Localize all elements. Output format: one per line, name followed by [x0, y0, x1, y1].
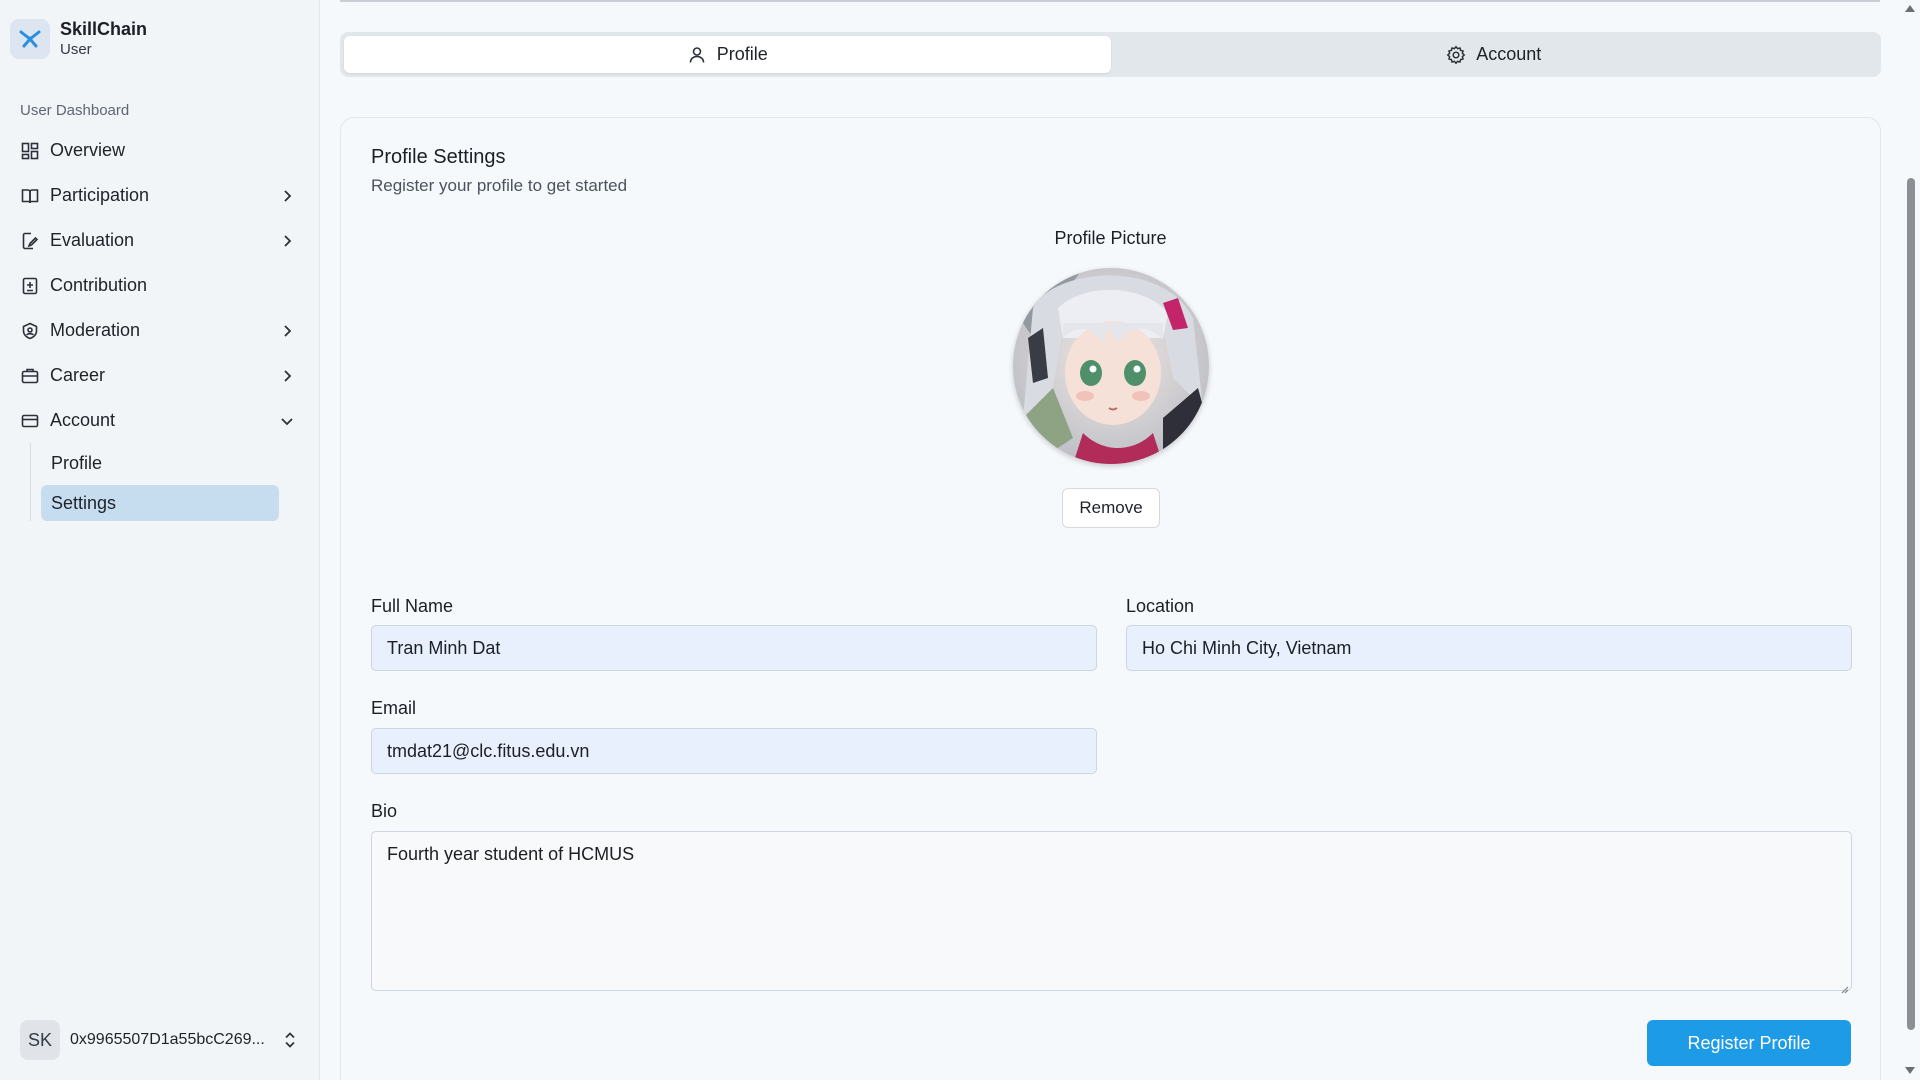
sidebar-item-account[interactable]: Account	[10, 398, 310, 443]
square-plus-icon	[20, 276, 40, 296]
settings-tabs: Profile Account	[340, 32, 1881, 77]
email-label: Email	[371, 698, 417, 718]
tab-account[interactable]: Account	[1111, 36, 1878, 73]
sidebar-item-label: Evaluation	[50, 230, 135, 250]
briefcase-icon	[20, 366, 40, 386]
gear-icon	[1446, 45, 1466, 65]
chevron-right-icon	[278, 187, 296, 205]
full-name-label: Full Name	[371, 596, 454, 616]
sidebar: SkillChain User User Dashboard Overview …	[0, 0, 320, 1080]
sidebar-item-participation[interactable]: Participation	[10, 173, 310, 218]
user-switcher[interactable]: SK 0x9965507D1a55bcC269...	[20, 1020, 300, 1060]
remove-picture-button[interactable]: Remove	[1062, 488, 1160, 528]
resize-handle-icon[interactable]	[1839, 978, 1849, 994]
chevron-right-icon	[278, 322, 296, 340]
profile-settings-card: Profile Settings Register your profile t…	[340, 117, 1881, 1080]
sidebar-nav: Overview Participation Evaluation Contri…	[10, 128, 310, 525]
chevrons-up-down-icon	[280, 1030, 300, 1050]
tab-label: Account	[1476, 44, 1542, 64]
tab-label: Profile	[716, 44, 768, 64]
sidebar-item-label: Career	[50, 365, 106, 385]
sidebar-item-overview[interactable]: Overview	[10, 128, 310, 173]
card-icon	[20, 411, 40, 431]
brand-name: SkillChain	[60, 19, 148, 39]
sidebar-item-label: Overview	[50, 140, 126, 160]
card-subtitle: Register your profile to get started	[371, 176, 628, 195]
sidebar-item-contribution[interactable]: Contribution	[10, 263, 310, 308]
tab-profile[interactable]: Profile	[344, 36, 1111, 73]
section-label: User Dashboard	[20, 102, 130, 119]
profile-picture[interactable]	[1013, 268, 1209, 464]
sidebar-item-career[interactable]: Career	[10, 353, 310, 398]
bio-textarea[interactable]: Fourth year student of HCMUS	[371, 831, 1852, 994]
register-profile-button[interactable]: Register Profile	[1647, 1020, 1851, 1066]
full-name-input[interactable]: Tran Minh Dat	[371, 625, 1097, 671]
sidebar-item-label: Account	[50, 410, 116, 430]
skillchain-logo-icon	[10, 19, 50, 59]
scroll-down-arrow-icon[interactable]	[1903, 1064, 1917, 1076]
sidebar-subitem-settings[interactable]: Settings	[41, 485, 279, 521]
account-subnav: Profile Settings	[30, 443, 310, 521]
scrollbar-thumb[interactable]	[1907, 178, 1915, 1030]
user-icon	[687, 45, 707, 65]
sidebar-item-label: Moderation	[50, 320, 141, 340]
profile-picture-label: Profile Picture	[1054, 228, 1167, 248]
scroll-up-arrow-icon[interactable]	[1903, 2, 1917, 14]
sidebar-item-label: Contribution	[50, 275, 148, 295]
shield-icon	[20, 321, 40, 341]
sidebar-item-moderation[interactable]: Moderation	[10, 308, 310, 353]
location-input[interactable]: Ho Chi Minh City, Vietnam	[1126, 625, 1852, 671]
sidebar-item-evaluation[interactable]: Evaluation	[10, 218, 310, 263]
bio-text: Fourth year student of HCMUS	[387, 844, 635, 864]
avatar: SK	[20, 1020, 60, 1060]
chevron-right-icon	[278, 367, 296, 385]
location-label: Location	[1126, 596, 1195, 616]
sidebar-subitem-profile[interactable]: Profile	[41, 445, 279, 481]
chevron-down-icon	[278, 412, 296, 430]
bio-label: Bio	[371, 801, 398, 821]
wallet-address: 0x9965507D1a55bcC269...	[70, 1031, 265, 1048]
file-edit-icon	[20, 231, 40, 251]
chevron-right-icon	[278, 232, 296, 250]
sidebar-item-label: Participation	[50, 185, 150, 205]
email-input[interactable]: tmdat21@clc.fitus.edu.vn	[371, 728, 1097, 774]
brand-role: User	[60, 41, 92, 58]
book-open-icon	[20, 186, 40, 206]
top-divider	[340, 0, 1880, 2]
dashboard-grid-icon	[20, 141, 40, 161]
card-title: Profile Settings	[371, 146, 506, 168]
brand[interactable]: SkillChain User	[10, 18, 147, 60]
